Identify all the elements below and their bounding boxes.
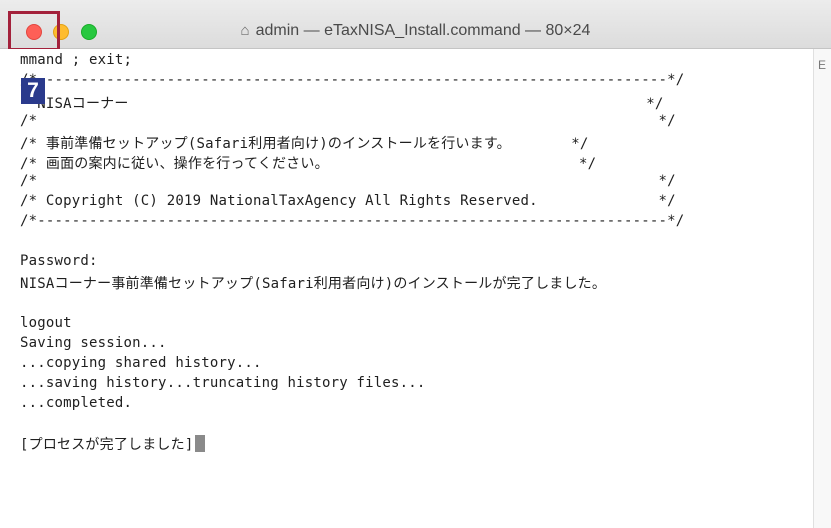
terminal-line: /* */ bbox=[20, 173, 676, 189]
step-number-badge: 7 bbox=[21, 78, 45, 104]
terminal-line: /* 画面の案内に従い、操作を行ってください。 */ bbox=[20, 156, 597, 172]
process-complete-text: [プロセスが完了しました] bbox=[20, 437, 194, 453]
terminal-line: NISAコーナー事前準備セットアップ(Safari利用者向け)のインストールが完… bbox=[20, 276, 607, 292]
terminal-line: /* Copyright (C) 2019 NationalTaxAgency … bbox=[20, 193, 676, 209]
terminal-prompt-line: [プロセスが完了しました] bbox=[20, 434, 206, 454]
terminal-line: /*--------------------------------------… bbox=[20, 213, 685, 229]
scroll-marker: E bbox=[818, 58, 827, 72]
home-folder-icon: ⌂ bbox=[240, 22, 250, 39]
terminal-cursor bbox=[195, 435, 206, 452]
terminal-line: ...completed. bbox=[20, 395, 133, 411]
window-titlebar: ⌂ admin — eTaxNISA_Install.command — 80×2… bbox=[0, 0, 831, 51]
terminal-line: /*--------------------------------------… bbox=[20, 72, 685, 88]
terminal-line: /* */ bbox=[20, 113, 676, 129]
terminal-scrollbar[interactable] bbox=[813, 49, 831, 528]
terminal-line: Password: bbox=[20, 253, 98, 269]
terminal-line: Saving session... bbox=[20, 335, 167, 351]
terminal-line: NISAコーナー */ bbox=[20, 96, 664, 112]
terminal-line: ...copying shared history... bbox=[20, 355, 262, 371]
terminal-line: mmand ; exit; bbox=[20, 52, 133, 68]
terminal-line: ...saving history...truncating history f… bbox=[20, 375, 426, 391]
terminal-line: /* 事前準備セットアップ(Safari利用者向け)のインストールを行います。 … bbox=[20, 136, 589, 152]
terminal-line: logout bbox=[20, 315, 72, 331]
window-title: ⌂ admin — eTaxNISA_Install.command — 80×2… bbox=[0, 22, 831, 40]
window-title-text: admin — eTaxNISA_Install.command — 80×24 bbox=[255, 22, 591, 39]
